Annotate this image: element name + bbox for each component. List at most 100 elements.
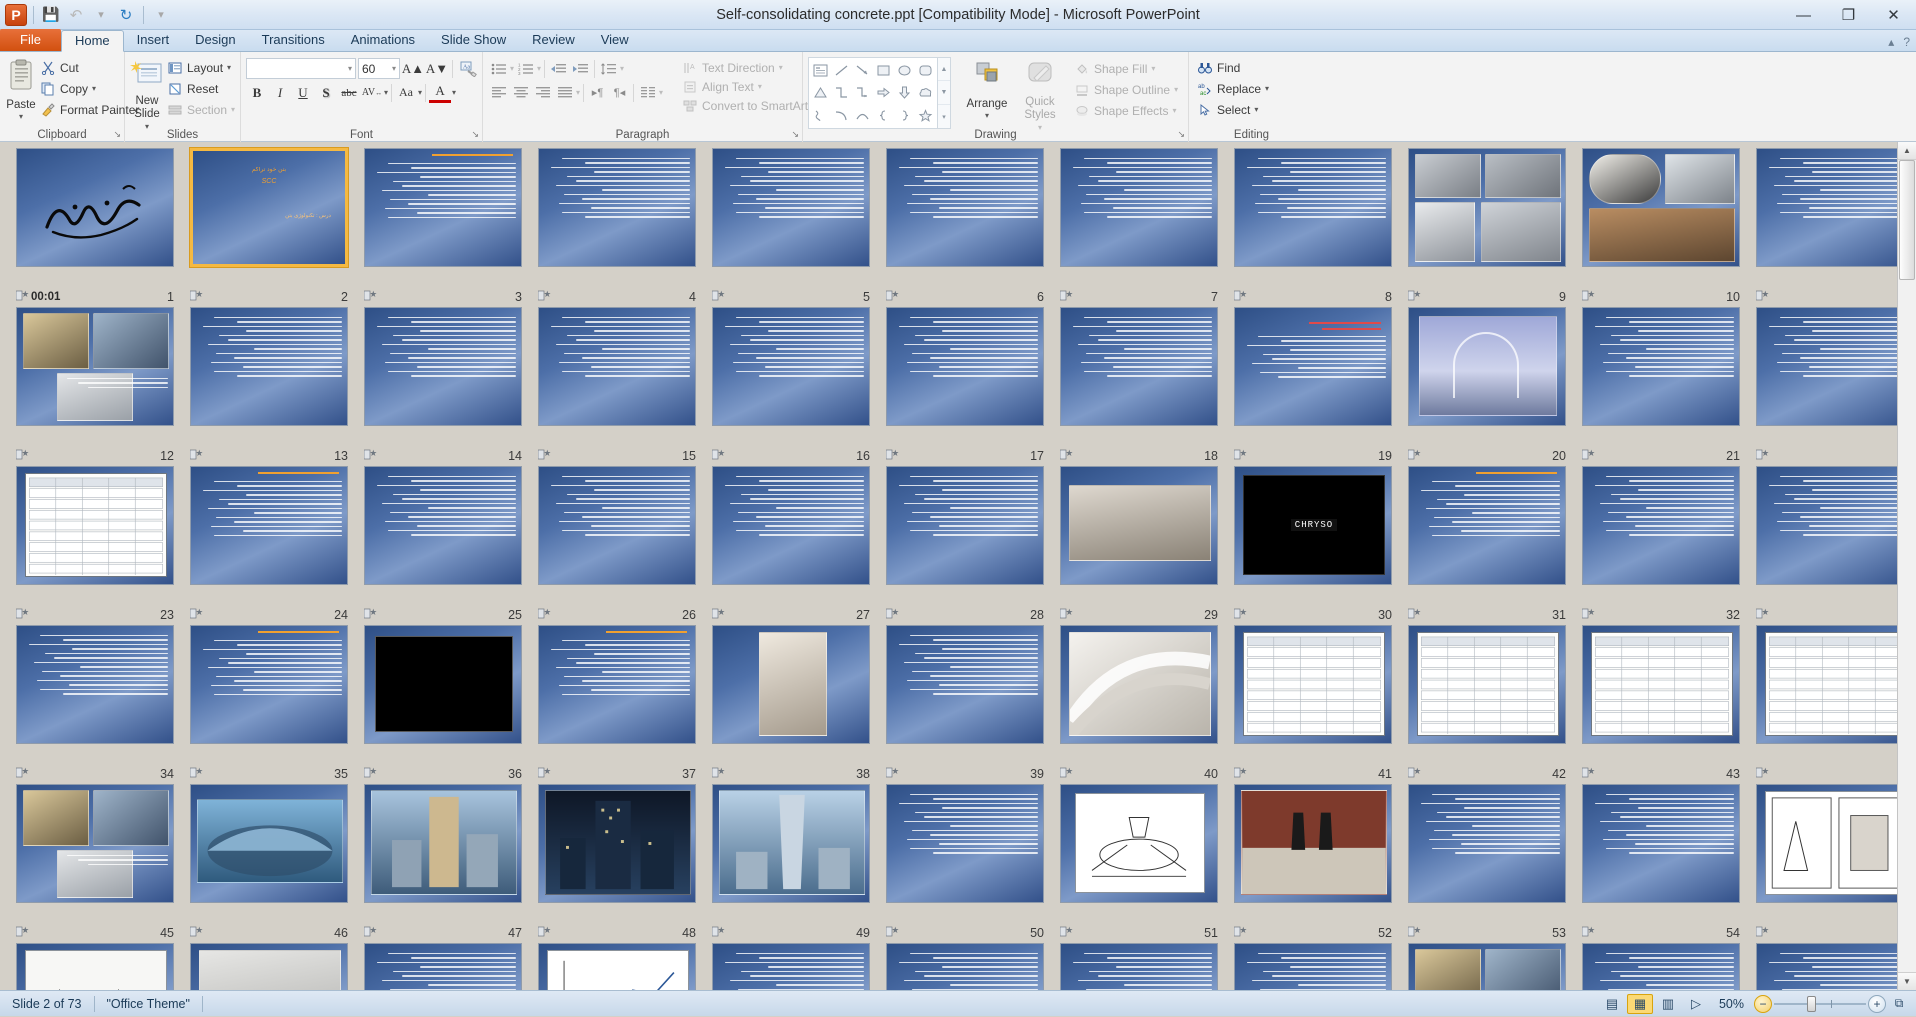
transition-icon[interactable] [538,449,551,463]
columns-caret-icon[interactable]: ▾ [659,88,663,97]
zoom-slider-handle[interactable] [1807,996,1816,1012]
underline-button[interactable]: U [292,82,314,103]
slide-preview[interactable] [1582,784,1740,903]
slide-thumbnail-63[interactable]: 63 [1226,943,1400,990]
decrease-indent-button[interactable] [548,58,569,79]
shape-curve-icon[interactable] [831,104,852,127]
text-direction-button[interactable]: A Text Direction ▾ [679,58,819,77]
new-slide-button[interactable]: New Slide ▾ [130,56,164,131]
slide-thumbnail-17[interactable]: 17 [878,307,1052,466]
transition-icon[interactable] [1408,608,1421,622]
transition-icon[interactable] [364,767,377,781]
slide-preview[interactable] [886,148,1044,267]
zoom-in-button[interactable]: + [1868,995,1886,1013]
transition-icon[interactable] [538,767,551,781]
slide-thumbnail-6[interactable]: 6 [878,148,1052,307]
slide-preview[interactable] [1756,466,1897,585]
align-text-caret-icon[interactable]: ▾ [758,82,762,91]
font-color-caret-icon[interactable]: ▾ [452,88,456,97]
slide-preview[interactable] [1582,625,1740,744]
transition-icon[interactable] [712,926,725,940]
slide-thumbnail-15[interactable]: 15 [530,307,704,466]
undo-icon[interactable]: ↶ [65,4,87,26]
slide-preview[interactable] [364,784,522,903]
slide-thumbnail-14[interactable]: 14 [356,307,530,466]
slide-preview[interactable] [364,625,522,744]
shapes-scroll-up-icon[interactable]: ▲ [938,58,950,81]
font-dialog-launcher[interactable]: ↘ [471,129,479,140]
slide-preview[interactable] [190,943,348,990]
powerpoint-logo-icon[interactable]: P [5,4,27,26]
transition-icon[interactable] [538,290,551,304]
slide-preview[interactable] [190,307,348,426]
section-button[interactable]: Section ▾ [164,100,238,119]
shape-elbow-arrow-icon[interactable] [852,82,873,105]
slide-thumbnail-21[interactable]: 21 [1574,307,1748,466]
tab-slide-show[interactable]: Slide Show [428,29,519,51]
slide-thumbnail-66[interactable]: 66 [1748,943,1897,990]
slide-thumbnail-31[interactable]: 31 [1400,466,1574,625]
scroll-down-button[interactable]: ▼ [1898,972,1916,990]
slide-preview[interactable] [16,943,174,990]
slide-thumbnail-65[interactable]: 65 [1574,943,1748,990]
convert-smartart-button[interactable]: Convert to SmartArt ▾ [679,96,819,115]
copy-caret-icon[interactable]: ▾ [92,84,96,93]
transition-icon[interactable] [886,449,899,463]
transition-icon[interactable] [1756,290,1769,304]
close-button[interactable]: ✕ [1871,0,1916,30]
slide-thumbnail-40[interactable]: 40 [1052,625,1226,784]
slide-thumbnail-12[interactable]: 12 [8,307,182,466]
transition-icon[interactable] [364,449,377,463]
slide-thumbnail-29[interactable]: 29 [1052,466,1226,625]
shape-left-brace-icon[interactable] [873,104,894,127]
font-name-input[interactable]: ▾ [246,58,356,79]
quick-styles-button[interactable]: Quick Styles ▾ [1015,57,1065,132]
transition-icon[interactable] [538,608,551,622]
ribbon-tabs[interactable]: File Home Insert Design Transitions Anim… [0,30,1916,52]
slide-show-view-button[interactable]: ▷ [1683,994,1709,1014]
slide-preview[interactable] [1408,148,1566,267]
slide-preview[interactable] [538,943,696,990]
transition-icon[interactable] [1234,290,1247,304]
slide-thumbnail-50[interactable]: 50 [878,784,1052,943]
select-button[interactable]: Select ▾ [1194,100,1272,119]
line-spacing-caret-icon[interactable]: ▾ [620,64,624,73]
transition-icon[interactable] [1234,449,1247,463]
zoom-out-button[interactable]: − [1754,995,1772,1013]
transition-icon[interactable] [712,449,725,463]
transition-icon[interactable] [190,608,203,622]
window-controls[interactable]: — ❐ ✕ [1781,0,1916,30]
slide-thumbnail-39[interactable]: 39 [878,625,1052,784]
undo-dropdown-icon[interactable]: ▾ [90,4,112,26]
shape-fill-button[interactable]: Shape Fill ▾ [1071,59,1181,78]
transition-icon[interactable] [1234,767,1247,781]
layout-caret-icon[interactable]: ▾ [227,63,231,72]
save-icon[interactable]: 💾 [40,4,62,26]
slide-thumbnail-25[interactable]: 25 [356,466,530,625]
transition-icon[interactable] [190,290,203,304]
slide-thumbnail-19[interactable]: 19 [1226,307,1400,466]
slide-thumbnail-34[interactable]: 34 [8,625,182,784]
italic-button[interactable]: I [269,82,291,103]
increase-indent-button[interactable] [570,58,591,79]
slide-thumbnail-24[interactable]: 24 [182,466,356,625]
slide-thumbnail-8[interactable]: 8 [1226,148,1400,307]
slide-preview[interactable] [1234,148,1392,267]
slide-preview[interactable] [538,625,696,744]
slide-preview[interactable] [1408,466,1566,585]
slide-thumbnail-20[interactable]: 20 [1400,307,1574,466]
slide-thumbnail-1[interactable]: 00:011 [8,148,182,307]
shapes-gallery-scrollbar[interactable]: ▲ ▼ ▾ [938,57,951,129]
transition-icon[interactable] [190,449,203,463]
slide-thumbnail-13[interactable]: 13 [182,307,356,466]
grow-font-button[interactable]: A▲ [402,58,424,79]
slide-preview[interactable] [1408,943,1566,990]
text-shadow-button[interactable]: S [315,82,337,103]
transition-icon[interactable] [1060,926,1073,940]
slide-thumbnail-9[interactable]: 9 [1400,148,1574,307]
slide-preview[interactable] [16,148,174,267]
shapes-gallery[interactable] [808,57,938,129]
slide-thumbnail-49[interactable]: 49 [704,784,878,943]
transition-icon[interactable] [538,926,551,940]
line-spacing-button[interactable] [598,58,619,79]
